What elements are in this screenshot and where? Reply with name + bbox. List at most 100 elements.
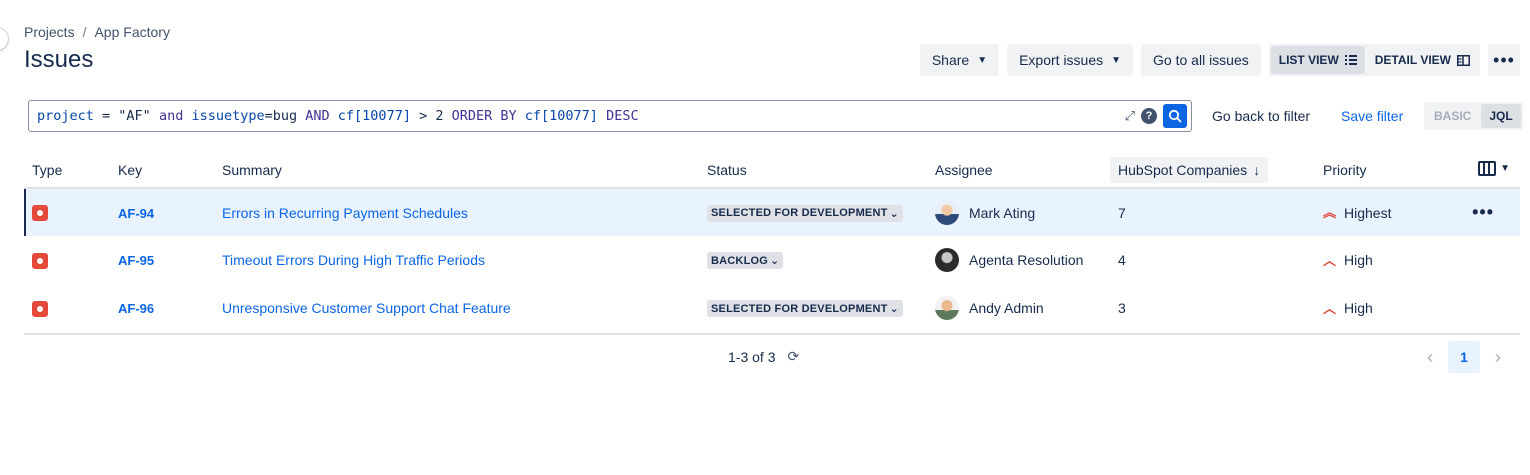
page-title: Issues: [24, 46, 94, 73]
priority-label: Highest: [1344, 204, 1392, 221]
companies-count: 4: [1118, 252, 1126, 268]
avatar: [935, 200, 959, 225]
priority-highest-icon: ︽: [1323, 205, 1337, 220]
assignee-name: Mark Ating: [969, 204, 1036, 221]
chevron-down-icon: ▼: [1111, 54, 1122, 66]
priority-high-icon: ︿: [1323, 252, 1337, 268]
assignee-name: Andy Admin: [969, 300, 1044, 316]
more-actions-button[interactable]: •••: [1488, 44, 1520, 76]
issues-table: Type Key Summary Status Assignee HubSpot…: [24, 152, 1520, 332]
search-button[interactable]: [1163, 104, 1187, 128]
bug-icon: [32, 252, 48, 269]
table-row[interactable]: AF-95 Timeout Errors During High Traffic…: [24, 236, 1520, 284]
pagination-info: 1-3 of 3 ⟳: [728, 348, 799, 365]
jql-text: = "AF": [93, 108, 159, 124]
list-view-icon: [1344, 55, 1357, 65]
go-all-label: Go to all issues: [1153, 52, 1249, 68]
jql-field: issuetype: [191, 108, 265, 124]
issue-summary-link[interactable]: Unresponsive Customer Support Chat Featu…: [222, 300, 511, 316]
breadcrumb-app-factory[interactable]: App Factory: [94, 24, 169, 40]
sorted-column-label: HubSpot Companies ↓: [1110, 156, 1269, 183]
chevron-right-icon[interactable]: ›: [1486, 347, 1510, 368]
refresh-icon[interactable]: ⟳: [787, 348, 799, 365]
jql-query: project = "AF" and issuetype=bug AND cf[…: [37, 108, 639, 124]
sidebar-collapse-handle[interactable]: [0, 28, 8, 50]
table-header-row: Type Key Summary Status Assignee HubSpot…: [24, 152, 1520, 189]
jql-text: [598, 108, 606, 124]
type-cell: [24, 284, 110, 332]
priority-label: High: [1344, 252, 1373, 268]
table-row[interactable]: AF-94 Errors in Recurring Payment Schedu…: [24, 188, 1520, 236]
breadcrumb-separator: /: [82, 24, 87, 40]
go-to-all-issues-button[interactable]: Go to all issues: [1141, 44, 1261, 76]
jql-keyword: DESC: [606, 108, 639, 124]
issue-key-link[interactable]: AF-95: [118, 253, 154, 268]
avatar: [935, 248, 959, 272]
page-button-current[interactable]: 1: [1448, 341, 1480, 373]
priority-cell: ︽ Highest: [1323, 205, 1452, 221]
search-mode-toggle: BASIC JQL: [1424, 102, 1523, 130]
detail-view-label: DETAIL VIEW: [1374, 53, 1451, 67]
export-issues-button[interactable]: Export issues ▼: [1007, 44, 1134, 76]
status-label: SELECTED FOR DEVELOPMENT: [711, 302, 888, 315]
status-dropdown[interactable]: BACKLOG ⌄: [707, 252, 784, 270]
export-label: Export issues: [1019, 52, 1104, 68]
share-label: Share: [931, 52, 970, 68]
jql-text: [330, 108, 338, 124]
chevron-down-icon: ⌄: [889, 207, 899, 220]
header-hubspot-companies[interactable]: HubSpot Companies ↓: [1110, 152, 1315, 189]
detail-view-icon: [1457, 54, 1470, 66]
column-picker[interactable]: ▼: [1460, 152, 1520, 189]
jql-mode-button[interactable]: JQL: [1481, 104, 1521, 128]
issue-summary-link[interactable]: Errors in Recurring Payment Schedules: [222, 205, 468, 221]
search-icon: [1168, 109, 1182, 123]
header-status[interactable]: Status: [699, 152, 927, 189]
jql-text: > 2: [410, 108, 452, 124]
jql-field: cf[10077]: [524, 108, 598, 124]
expand-icon[interactable]: ⤢: [1125, 108, 1135, 124]
result-range: 1-3 of 3: [728, 348, 776, 365]
basic-mode-button[interactable]: BASIC: [1426, 104, 1479, 128]
chevron-left-icon[interactable]: ‹: [1418, 347, 1442, 368]
bug-icon: [32, 205, 48, 222]
table-row[interactable]: AF-96 Unresponsive Customer Support Chat…: [24, 284, 1520, 332]
assignee-cell: Andy Admin: [935, 296, 1102, 320]
detail-view-button[interactable]: DETAIL VIEW: [1367, 46, 1478, 74]
chevron-down-icon: ⌄: [770, 255, 780, 268]
breadcrumb-projects[interactable]: Projects: [24, 24, 75, 40]
columns-icon: ▼: [1478, 160, 1510, 176]
type-cell: [24, 236, 110, 284]
issue-summary-link[interactable]: Timeout Errors During High Traffic Perio…: [222, 252, 485, 268]
priority-label: High: [1344, 300, 1373, 316]
breadcrumb: Projects / App Factory: [24, 24, 170, 40]
jql-field: project: [37, 108, 94, 124]
issue-key-link[interactable]: AF-94: [118, 206, 154, 221]
list-view-button[interactable]: LIST VIEW: [1270, 46, 1365, 74]
status-dropdown[interactable]: SELECTED FOR DEVELOPMENT ⌄: [707, 300, 903, 318]
priority-cell: ︿ High: [1323, 300, 1452, 316]
top-actions: Share ▼ Export issues ▼ Go to all issues…: [919, 44, 1520, 76]
jql-keyword: ORDER BY: [451, 108, 517, 124]
go-back-to-filter-button[interactable]: Go back to filter: [1212, 108, 1310, 124]
issue-key-link[interactable]: AF-96: [118, 301, 154, 316]
list-view-label: LIST VIEW: [1278, 53, 1339, 67]
priority-high-icon: ︿: [1323, 300, 1337, 316]
jql-icons: ⤢ ?: [1125, 104, 1187, 128]
assignee-cell: Agenta Resolution: [935, 248, 1102, 272]
companies-count: 7: [1118, 204, 1126, 221]
header-type[interactable]: Type: [24, 152, 110, 189]
header-key[interactable]: Key: [110, 152, 214, 189]
save-filter-button[interactable]: Save filter: [1341, 108, 1403, 124]
status-dropdown[interactable]: SELECTED FOR DEVELOPMENT ⌄: [707, 204, 903, 222]
header-summary[interactable]: Summary: [214, 152, 699, 189]
bug-icon: [32, 300, 48, 317]
jql-text: =bug: [264, 108, 306, 124]
jql-editor[interactable]: project = "AF" and issuetype=bug AND cf[…: [28, 100, 1192, 132]
help-icon[interactable]: ?: [1141, 108, 1157, 124]
jql-keyword: and: [158, 108, 184, 124]
row-actions-button[interactable]: •••: [1472, 202, 1494, 222]
jql-text: [517, 108, 525, 124]
header-assignee[interactable]: Assignee: [927, 152, 1110, 189]
header-priority[interactable]: Priority: [1315, 152, 1460, 189]
share-button[interactable]: Share ▼: [919, 44, 1000, 76]
